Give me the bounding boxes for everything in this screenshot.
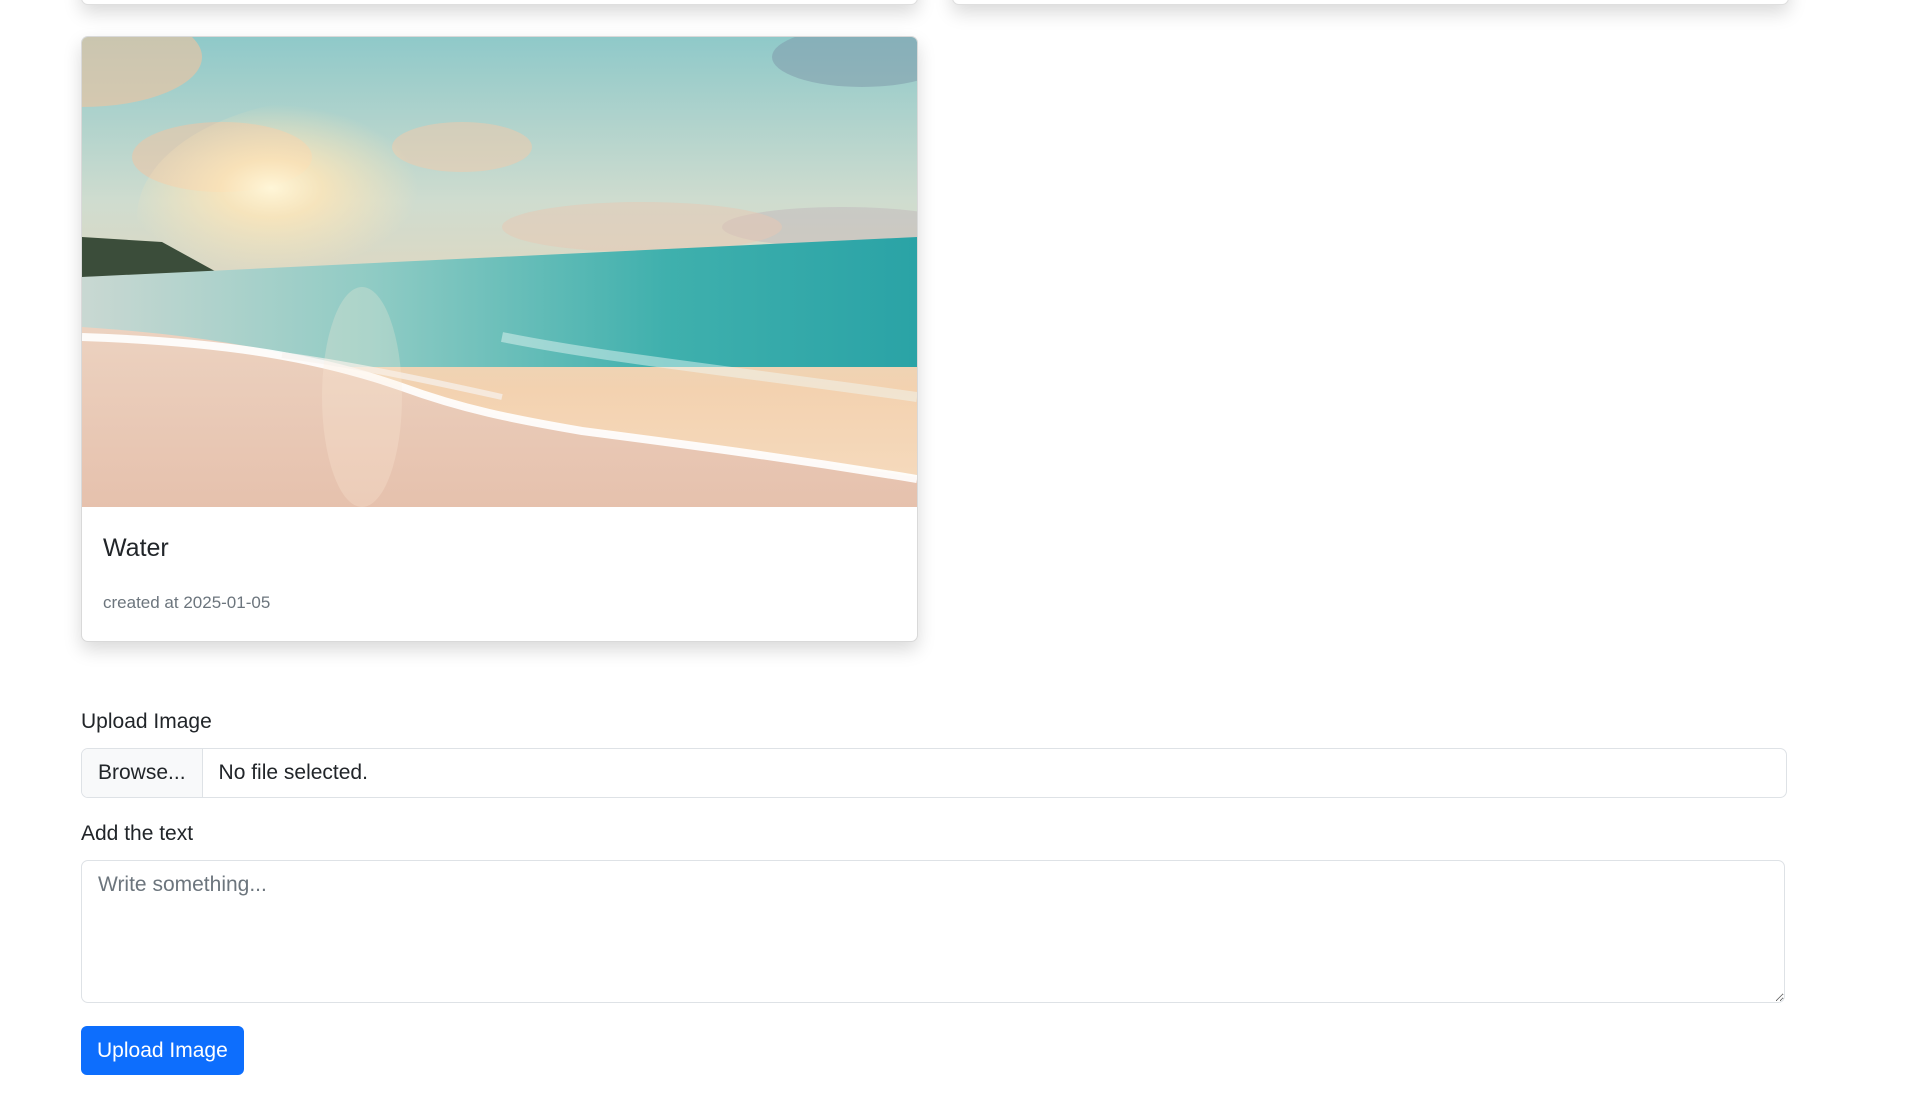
post-image [82,37,917,507]
text-input[interactable] [81,860,1785,1003]
upload-image-label: Upload Image [81,710,212,733]
post-card-previous-right [952,0,1789,5]
add-text-label: Add the text [81,822,194,845]
file-input[interactable]: Browse... No file selected. [81,748,1787,798]
browse-button[interactable]: Browse... [82,749,203,797]
post-card-previous-left [81,0,918,5]
post-title: Water [103,534,169,562]
page: Water created at 2025-01-05 Upload Image… [0,0,1906,1096]
beach-sunset-image [82,37,917,507]
post-created-date: created at 2025-01-05 [103,593,271,612]
post-card-body: Water created at 2025-01-05 [82,507,917,613]
file-status-text: No file selected. [218,761,368,784]
upload-image-button[interactable]: Upload Image [81,1026,244,1075]
post-card: Water created at 2025-01-05 [81,36,918,642]
